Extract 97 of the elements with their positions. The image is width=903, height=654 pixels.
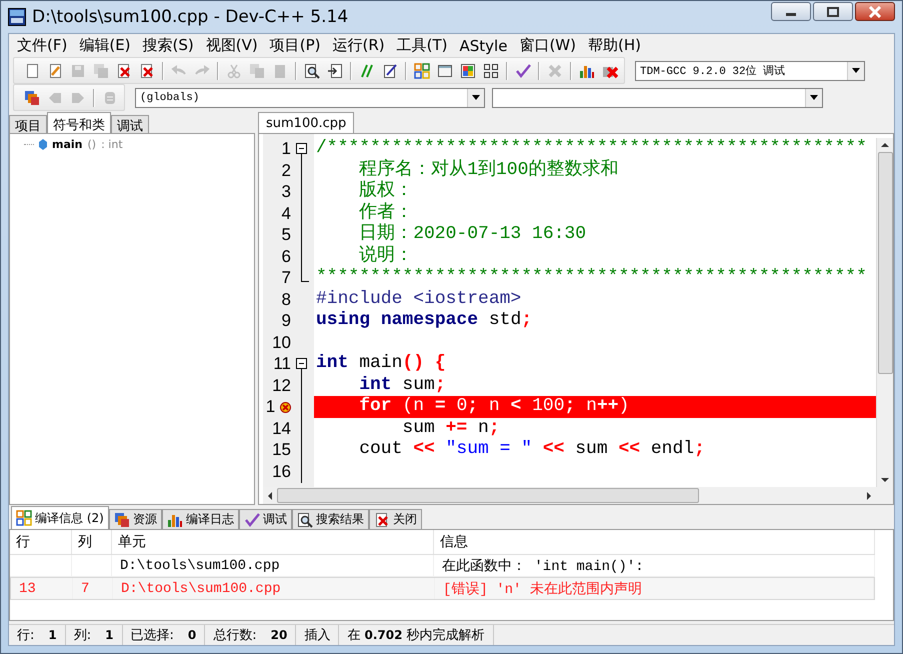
dropdown-arrow-icon <box>472 95 480 100</box>
panel-tab[interactable]: 项目 <box>9 115 47 133</box>
code-line: 作者： <box>358 202 414 223</box>
code-line: *************************************************** <box>315 267 868 288</box>
menu-item[interactable]: 项目(P) <box>264 36 326 55</box>
line-number: 6 <box>282 246 291 266</box>
panel-tab[interactable]: 编译日志 <box>162 509 239 529</box>
table-cell: 13 <box>19 580 36 596</box>
check-icon <box>244 512 260 528</box>
column-header[interactable]: 行 <box>10 530 72 554</box>
code-line: #include <iostream> <box>315 288 522 310</box>
line-number: 3 <box>282 182 291 201</box>
status-value: 1 <box>48 628 57 642</box>
close-icon <box>868 6 882 18</box>
compiler-dropdown[interactable]: TDM-GCC 9.2.0 32位 调试 <box>635 60 865 80</box>
tree-line <box>24 144 34 145</box>
code-editor[interactable] <box>258 133 894 505</box>
menu-item[interactable]: 搜索(S) <box>136 36 200 55</box>
code-line: /************************************************** <box>315 138 868 158</box>
grid-icon <box>16 510 32 526</box>
status-value: 20 <box>270 628 288 642</box>
panel-tab[interactable]: 关闭 <box>368 509 422 529</box>
table-cell: 7 <box>81 580 90 596</box>
app-icon <box>8 8 26 26</box>
windows-icon <box>114 512 130 528</box>
maximize-button[interactable] <box>813 2 853 21</box>
line-number: 5 <box>282 225 291 244</box>
dropdown-arrow-icon <box>810 95 818 100</box>
close-button[interactable] <box>855 2 895 21</box>
column-header[interactable]: 信息 <box>434 530 875 554</box>
menu-item[interactable]: 运行(R) <box>326 36 391 55</box>
scope-dropdown[interactable]: (globals) <box>135 88 485 108</box>
code-line: 版权： <box>358 181 414 202</box>
tree-item[interactable]: main <box>52 138 82 151</box>
line-number: 4 <box>282 204 291 222</box>
line-number: 10 <box>272 332 291 352</box>
scroll-thumb[interactable] <box>878 152 892 374</box>
code-line: cout << "sum = " << sum << endl; <box>358 439 706 460</box>
minimize-button[interactable] <box>771 2 811 21</box>
line-number: 9 <box>282 311 291 330</box>
menu-item[interactable]: 窗口(W) <box>513 36 582 55</box>
code-line: int sum; <box>358 374 447 396</box>
column-header[interactable]: 列 <box>72 530 112 554</box>
column-header[interactable]: 单元 <box>112 530 434 554</box>
error-highlight: for (n = 0; n < 100; n++) <box>314 396 876 418</box>
line-number: 7 <box>282 268 291 287</box>
tree-item-signature: () <box>88 138 96 151</box>
code-line: 程序名：对从1到100的整数求和 <box>358 160 620 180</box>
code-line: 日期：2020-07-13 16:30 <box>358 224 588 245</box>
line-number: 8 <box>282 290 291 308</box>
maximize-icon <box>827 6 839 16</box>
menu-item[interactable]: 视图(V) <box>200 36 264 55</box>
status-label: 总行数: <box>213 627 257 644</box>
status-label: 列: <box>74 627 92 644</box>
code-line: int main() { <box>315 353 447 374</box>
message-row[interactable]: 13 7 D:\tools\sum100.cpp [错误] 'n' 未在此范围内声明 <box>10 577 875 600</box>
line-number: 16 <box>272 462 291 480</box>
status-value: 0 <box>188 628 196 642</box>
table-cell-text: [错误] 'n' 未在此范围内声明 <box>443 580 642 598</box>
line-number: 1 <box>266 397 276 416</box>
panel-tab[interactable]: 调试 <box>238 509 292 529</box>
panel-tab[interactable]: 资源 <box>108 509 162 529</box>
status-value: 1 <box>105 628 114 642</box>
table-cell: D:\tools\sum100.cpp <box>121 580 281 596</box>
line-number: 2 <box>282 160 291 180</box>
line-number: 15 <box>272 440 291 459</box>
status-label: 行: <box>17 627 34 644</box>
menu-item[interactable]: 工具(T) <box>390 36 454 55</box>
panel-tab[interactable]: 符号和类 <box>47 112 111 133</box>
code-line: using namespace std; <box>315 310 534 332</box>
menu-item[interactable]: 文件(F) <box>11 36 74 55</box>
scroll-thumb[interactable] <box>277 488 699 503</box>
line-number: 11 <box>273 354 291 373</box>
table-cell-text: 在此函数中： 'int main()': <box>442 558 644 574</box>
panel-tab[interactable]: 搜索结果 <box>292 509 369 529</box>
function-icon <box>39 139 47 150</box>
dropdown-arrow-icon <box>852 68 860 73</box>
line-number: 12 <box>272 376 291 394</box>
panel-tab[interactable]: 编译信息 (2) <box>11 506 109 529</box>
menu-item[interactable]: AStyle <box>454 36 514 54</box>
code-line: sum += n; <box>401 418 501 439</box>
status-label: 在 0.702 秒内完成解析 <box>347 627 485 644</box>
line-number: 14 <box>272 418 291 438</box>
vertical-scrollbar[interactable] <box>876 138 893 487</box>
menu-item[interactable]: 编辑(E) <box>73 36 137 55</box>
member-dropdown[interactable] <box>492 88 823 108</box>
tree-item-type: : int <box>101 138 123 151</box>
line-number: 1 <box>282 139 291 158</box>
status-label: 已选择: <box>130 627 174 644</box>
window-title: D:\tools\sum100.cpp - Dev-C++ 5.14 <box>32 7 350 27</box>
file-tab[interactable]: sum100.cpp <box>258 112 354 133</box>
table-cell: D:\tools\sum100.cpp <box>120 558 280 574</box>
menu-item[interactable]: 帮助(H) <box>582 36 647 55</box>
code-line: 说明： <box>358 246 414 267</box>
status-label: 插入 <box>304 627 330 644</box>
panel-tab[interactable]: 调试 <box>111 115 149 133</box>
page-x-icon <box>374 512 390 528</box>
